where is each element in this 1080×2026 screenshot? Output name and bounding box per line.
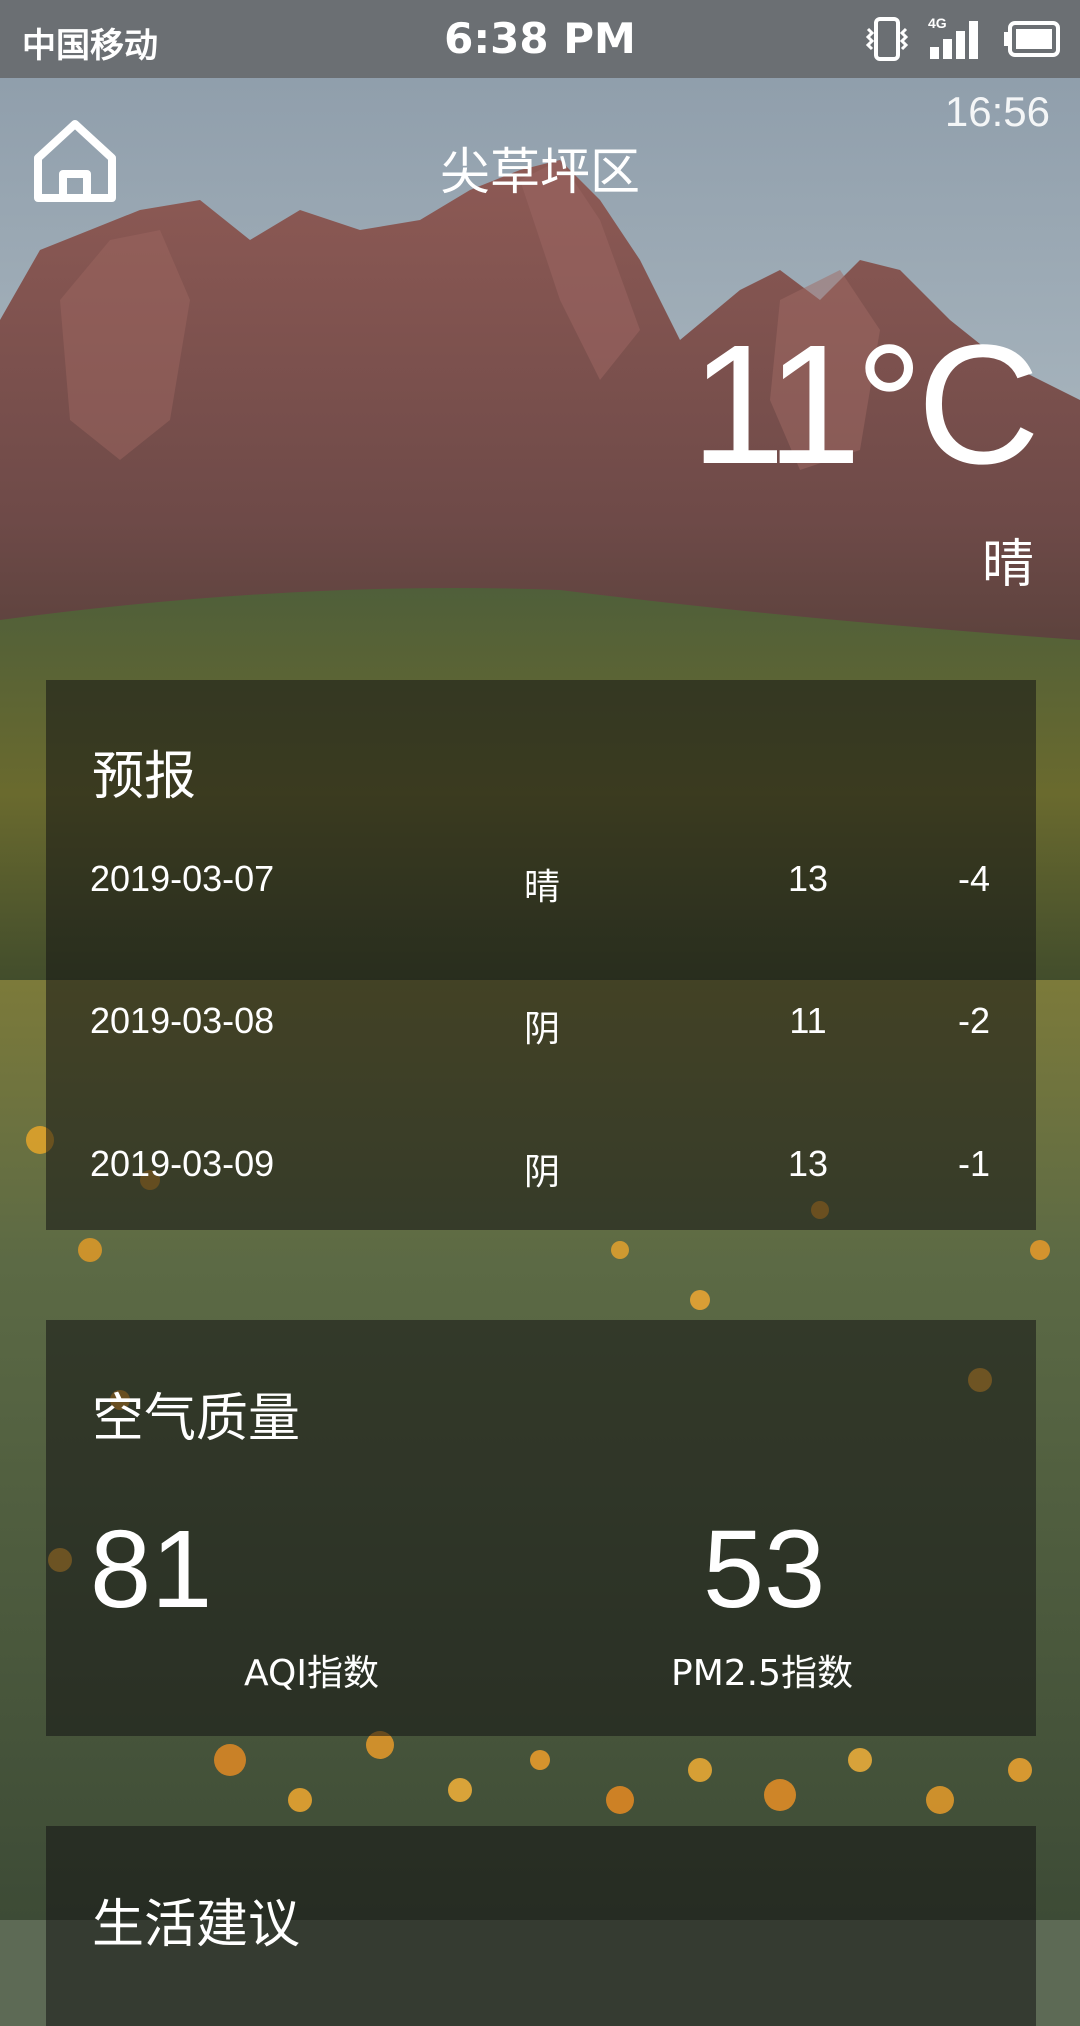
location-title: 尖草坪区 <box>440 143 640 201</box>
aqi-value: 81 <box>90 1508 213 1631</box>
aqi-label: AQI指数 <box>244 1653 379 1694</box>
status-bar: 中国移动 6:38 PM 4G <box>0 0 1080 78</box>
forecast-date: 2019-03-08 <box>90 1000 275 1041</box>
current-temperature: 11°C <box>690 310 1040 500</box>
air-quality-panel: 空气质量 81 AQI指数 53 PM2.5指数 <box>46 1320 1036 1736</box>
forecast-date: 2019-03-07 <box>90 858 275 899</box>
status-icons: 4G <box>864 14 1062 64</box>
forecast-row: 2019-03-08 阴 11 -2 <box>46 1000 1036 1060</box>
forecast-date: 2019-03-09 <box>90 1143 275 1184</box>
air-quality-title: 空气质量 <box>92 1389 301 1449</box>
forecast-high: 13 <box>787 1143 829 1184</box>
forecast-row: 2019-03-09 阴 13 -1 <box>46 1143 1036 1203</box>
clock-label: 16:56 <box>944 88 1050 135</box>
vibrate-icon <box>864 17 910 61</box>
forecast-panel: 预报 2019-03-07 晴 13 -4 2019-03-08 阴 11 -2… <box>46 680 1036 1230</box>
forecast-condition: 阴 <box>524 1151 561 1192</box>
forecast-high: 13 <box>787 858 829 899</box>
forecast-high: 11 <box>789 1000 827 1041</box>
signal-icon: 4G <box>928 15 986 61</box>
forecast-low: -2 <box>957 1000 990 1041</box>
forecast-condition: 晴 <box>524 866 561 907</box>
forecast-title: 预报 <box>92 747 197 807</box>
current-condition: 晴 <box>981 535 1034 595</box>
battery-icon <box>1004 21 1062 57</box>
forecast-condition: 阴 <box>524 1008 561 1049</box>
life-advice-panel: 生活建议 <box>46 1826 1036 2026</box>
forecast-low: -1 <box>957 1143 990 1184</box>
forecast-row: 2019-03-07 晴 13 -4 <box>46 858 1036 918</box>
pm25-label: PM2.5指数 <box>671 1653 854 1694</box>
pm25-value: 53 <box>703 1508 826 1631</box>
forecast-low: -4 <box>957 858 990 899</box>
